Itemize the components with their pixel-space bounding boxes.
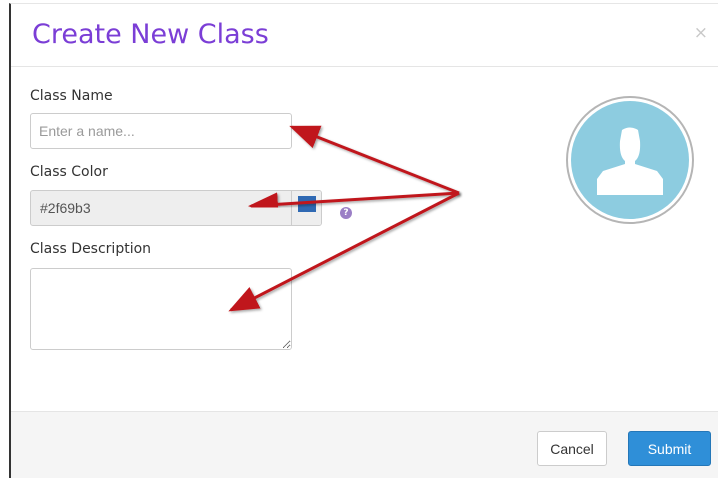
color-swatch[interactable] — [298, 196, 316, 212]
class-name-label: Class Name — [30, 88, 113, 104]
user-silhouette-icon — [597, 127, 663, 195]
submit-button[interactable]: Submit — [628, 431, 711, 466]
class-color-value[interactable]: #2f69b3 — [31, 191, 302, 225]
color-picker-button[interactable] — [291, 191, 321, 225]
class-name-input[interactable] — [30, 113, 292, 149]
cancel-button[interactable]: Cancel — [537, 431, 607, 466]
create-class-dialog: Create New Class × Class Name Class Colo… — [9, 3, 718, 478]
class-description-input[interactable] — [30, 268, 292, 350]
class-color-label: Class Color — [30, 164, 108, 180]
class-avatar[interactable] — [566, 96, 694, 224]
dialog-header: Create New Class × — [11, 4, 718, 67]
class-description-label: Class Description — [30, 241, 152, 257]
close-icon[interactable]: × — [694, 23, 708, 43]
class-color-field[interactable]: #2f69b3 — [30, 190, 322, 226]
help-icon[interactable]: ? — [340, 207, 352, 219]
dialog-title: Create New Class — [32, 19, 269, 50]
dialog-footer: Cancel Submit — [11, 411, 718, 478]
avatar-background — [571, 101, 689, 219]
